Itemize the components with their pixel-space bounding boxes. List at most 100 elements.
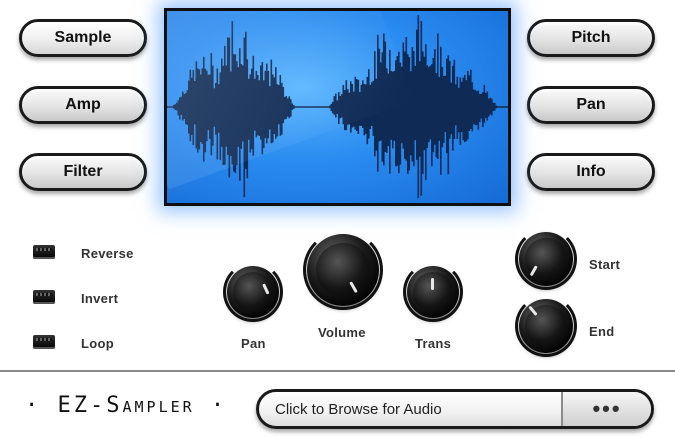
waveform-sample bbox=[179, 97, 181, 120]
waveform-sample bbox=[471, 82, 474, 132]
waveform-sample bbox=[359, 92, 361, 126]
waveform-sample bbox=[372, 80, 375, 136]
waveform-sample bbox=[251, 68, 253, 150]
waveform-sample bbox=[440, 46, 442, 175]
amp-button-label: Amp bbox=[65, 96, 101, 113]
waveform-sample bbox=[474, 89, 477, 126]
waveform-sample bbox=[392, 71, 394, 149]
waveform-sample bbox=[360, 84, 363, 126]
waveform-sample bbox=[192, 70, 195, 146]
waveform-sample bbox=[329, 105, 331, 109]
waveform-sample bbox=[429, 65, 432, 140]
waveform-sample bbox=[240, 64, 243, 149]
pitch-button[interactable]: Pitch bbox=[527, 19, 655, 57]
waveform-sample bbox=[275, 67, 277, 139]
waveform-sample bbox=[431, 64, 433, 167]
browse-audio-field[interactable]: Click to Browse for Audio ••• bbox=[256, 389, 654, 429]
waveform-sample bbox=[350, 81, 352, 133]
waveform-sample bbox=[347, 89, 349, 125]
waveform-sample bbox=[194, 80, 196, 125]
app-logo: · EZ-Sampler · bbox=[25, 393, 228, 418]
waveform-sample bbox=[281, 82, 283, 135]
waveform-sample bbox=[255, 70, 258, 138]
pan-knob[interactable] bbox=[223, 262, 283, 322]
waveform-sample bbox=[215, 83, 217, 135]
waveform-sample bbox=[464, 74, 466, 143]
waveform-sample bbox=[330, 103, 333, 112]
sample-button[interactable]: Sample bbox=[19, 19, 147, 57]
waveform-sample bbox=[267, 71, 270, 139]
reverse-label: Reverse bbox=[81, 246, 134, 261]
info-button[interactable]: Info bbox=[527, 153, 655, 191]
waveform-sample bbox=[366, 76, 369, 145]
waveform-sample bbox=[335, 93, 337, 118]
waveform-sample bbox=[371, 82, 373, 126]
pan-tab-button[interactable]: Pan bbox=[527, 86, 655, 124]
waveform-sample bbox=[191, 77, 193, 136]
pan-tab-button-label: Pan bbox=[576, 96, 606, 113]
waveform-sample bbox=[245, 31, 247, 169]
waveform-sample bbox=[428, 67, 430, 143]
waveform-sample bbox=[276, 84, 279, 137]
waveform-sample bbox=[365, 84, 367, 134]
waveform-sample bbox=[233, 54, 235, 172]
waveform-sample bbox=[381, 52, 384, 162]
waveform-sample bbox=[462, 77, 465, 141]
waveform-sample bbox=[369, 84, 372, 129]
waveform-sample bbox=[290, 99, 292, 117]
waveform-sample bbox=[485, 92, 487, 118]
waveform-sample bbox=[494, 102, 496, 111]
waveform-sample bbox=[389, 49, 391, 174]
waveform-sample bbox=[206, 70, 208, 142]
waveform-sample bbox=[483, 85, 486, 123]
pitch-button-label: Pitch bbox=[571, 29, 611, 46]
filter-button[interactable]: Filter bbox=[19, 153, 147, 191]
waveform-sample bbox=[203, 56, 205, 162]
waveform-sample bbox=[231, 21, 234, 165]
volume-knob[interactable] bbox=[303, 230, 383, 310]
end-knob[interactable] bbox=[515, 295, 577, 357]
waveform-sample bbox=[278, 85, 280, 125]
waveform-sample bbox=[461, 81, 463, 133]
waveform-sample bbox=[249, 74, 252, 153]
waveform-sample bbox=[441, 66, 444, 148]
waveform-sample bbox=[390, 71, 393, 140]
amp-button[interactable]: Amp bbox=[19, 86, 147, 124]
waveform-sample bbox=[477, 90, 480, 130]
waveform-sample bbox=[453, 59, 456, 140]
trans-knob[interactable] bbox=[403, 262, 463, 322]
waveform-sample bbox=[173, 105, 175, 109]
reverse-toggle[interactable] bbox=[33, 245, 55, 259]
waveform-sample bbox=[188, 80, 190, 134]
waveform-sample bbox=[434, 49, 436, 145]
waveform-sample bbox=[375, 78, 378, 151]
pan-knob-label: Pan bbox=[241, 336, 266, 351]
waveform-sample bbox=[407, 54, 409, 174]
waveform-sample bbox=[393, 70, 396, 141]
waveform-sample bbox=[395, 60, 397, 167]
waveform-sample bbox=[200, 74, 202, 143]
waveform-sample bbox=[342, 85, 345, 125]
waveform-sample bbox=[270, 59, 273, 144]
waveform-graphic bbox=[167, 15, 508, 199]
waveform-sample bbox=[416, 29, 418, 160]
waveform-sample bbox=[237, 67, 240, 147]
waveform-sample bbox=[480, 93, 483, 119]
start-knob[interactable] bbox=[515, 228, 577, 290]
waveform-sample bbox=[186, 90, 189, 125]
waveform-sample bbox=[285, 96, 288, 119]
waveform-sample bbox=[230, 71, 232, 156]
waveform-sample bbox=[332, 101, 334, 114]
waveform-sample bbox=[207, 74, 210, 131]
waveform-sample bbox=[216, 68, 219, 160]
waveform-sample bbox=[425, 44, 427, 180]
waveform-sample bbox=[374, 51, 376, 157]
waveform-display[interactable] bbox=[164, 8, 511, 206]
waveform-sample bbox=[384, 41, 387, 152]
invert-toggle[interactable] bbox=[33, 290, 55, 304]
waveform-sample bbox=[459, 77, 462, 145]
browse-button[interactable]: ••• bbox=[561, 392, 651, 426]
loop-label: Loop bbox=[81, 336, 114, 351]
waveform-sample bbox=[284, 96, 286, 120]
loop-toggle[interactable] bbox=[33, 335, 55, 349]
